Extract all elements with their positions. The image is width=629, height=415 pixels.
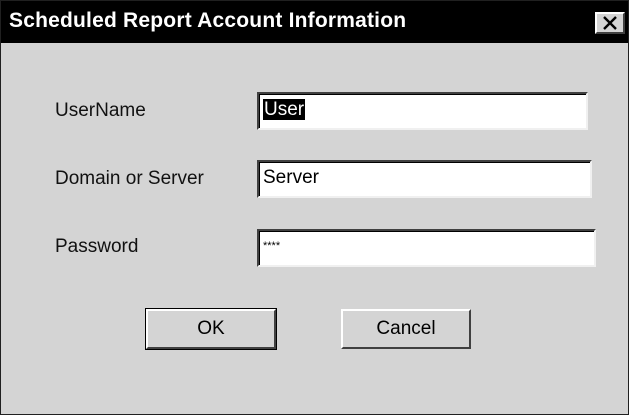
domain-value: Server — [263, 167, 319, 188]
domain-field[interactable]: Server — [257, 160, 592, 198]
cancel-button[interactable]: Cancel — [341, 309, 471, 349]
password-mask: **** — [263, 240, 281, 252]
domain-label: Domain or Server — [55, 168, 204, 189]
username-value: User — [263, 99, 306, 120]
title-bar[interactable]: Scheduled Report Account Information — [1, 1, 628, 43]
cancel-button-label: Cancel — [376, 318, 436, 339]
close-icon — [602, 16, 618, 30]
ok-button-label: OK — [197, 318, 225, 339]
window-title: Scheduled Report Account Information — [9, 9, 407, 32]
password-field[interactable]: **** — [257, 229, 596, 267]
account-info-dialog: Scheduled Report Account Information Use… — [0, 0, 629, 415]
password-label: Password — [55, 236, 139, 257]
username-field[interactable]: User — [257, 92, 588, 130]
username-label: UserName — [55, 100, 146, 121]
ok-button[interactable]: OK — [145, 308, 277, 350]
close-button[interactable] — [595, 12, 625, 34]
